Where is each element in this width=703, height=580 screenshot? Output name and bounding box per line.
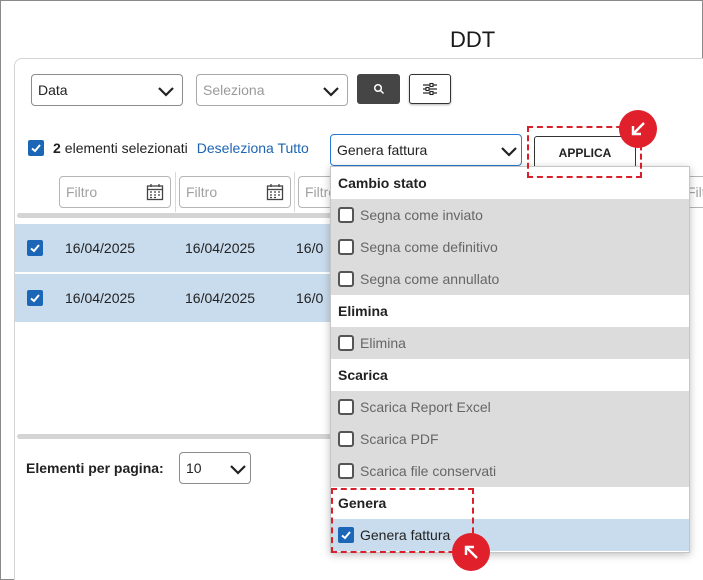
option-label: Scarica Report Excel (360, 399, 491, 415)
chevron-down-icon (158, 87, 174, 97)
option-label: Segna come inviato (360, 207, 483, 223)
filter-input-col1[interactable]: Filtro (59, 176, 171, 208)
page-size-label: Elementi per pagina: (26, 460, 164, 476)
option-segna-annullato[interactable]: Segna come annullato (331, 263, 689, 295)
horizontal-scrollbar[interactable] (17, 434, 335, 439)
table-cell: 16/04/2025 (65, 290, 136, 306)
table-row[interactable]: 16/04/2025 16/04/2025 16/0 (15, 274, 335, 322)
column-separator (294, 172, 295, 212)
search-icon (373, 83, 384, 95)
seleziona-select[interactable]: Seleziona (196, 74, 348, 106)
page-size-value: 10 (186, 460, 202, 476)
table-cell: 16/04/2025 (185, 240, 256, 256)
option-segna-inviato[interactable]: Segna come inviato (331, 199, 689, 231)
checkmark-icon (30, 244, 40, 253)
highlight-genera (331, 488, 474, 553)
select-all-checkbox[interactable] (28, 140, 44, 156)
group-scarica: Scarica (331, 359, 689, 391)
chevron-down-icon (323, 87, 339, 97)
checkmark-icon (30, 294, 40, 303)
date-select[interactable]: Data (31, 74, 183, 106)
option-checkbox[interactable] (338, 239, 354, 255)
option-elimina[interactable]: Elimina (331, 327, 689, 359)
row-checkbox[interactable] (27, 240, 43, 256)
option-label: Scarica file conservati (360, 463, 497, 479)
deselect-all-link[interactable]: Deseleziona Tutto (197, 140, 309, 156)
option-label: Segna come annullato (360, 271, 500, 287)
option-scarica-pdf[interactable]: Scarica PDF (331, 423, 689, 455)
filter-input-col2[interactable]: Filtro (179, 176, 291, 208)
table-row[interactable]: 16/04/2025 16/04/2025 16/0 (15, 224, 335, 272)
option-scarica-excel[interactable]: Scarica Report Excel (331, 391, 689, 423)
chevron-down-icon (230, 465, 246, 475)
filter-placeholder: Filtro (66, 184, 98, 200)
horizontal-scrollbar[interactable] (17, 213, 335, 218)
option-checkbox[interactable] (338, 399, 354, 415)
row-checkbox[interactable] (27, 290, 43, 306)
search-button[interactable] (357, 74, 400, 104)
column-separator (175, 172, 176, 212)
option-checkbox[interactable] (338, 335, 354, 351)
option-checkbox[interactable] (338, 463, 354, 479)
sliders-icon (423, 82, 437, 96)
calendar-icon[interactable] (146, 183, 164, 201)
selection-bar: 2 elementi selezionati Deseleziona Tutto (28, 140, 309, 156)
selected-label: elementi selezionati (64, 140, 188, 156)
table-cell: 16/0 (296, 240, 324, 256)
option-scarica-conservati[interactable]: Scarica file conservati (331, 455, 689, 487)
callout-badge-genera (452, 533, 490, 571)
table-cell: 16/0 (296, 290, 324, 306)
checkmark-icon (31, 144, 41, 153)
filter-settings-button[interactable] (409, 74, 451, 104)
group-elimina: Elimina (331, 295, 689, 327)
option-checkbox[interactable] (338, 207, 354, 223)
option-label: Elimina (360, 335, 406, 351)
option-segna-definitivo[interactable]: Segna come definitivo (331, 231, 689, 263)
option-checkbox[interactable] (338, 271, 354, 287)
bulk-action-select[interactable]: Genera fattura (330, 134, 522, 166)
page-size-select[interactable]: 10 (179, 452, 251, 484)
option-label: Scarica PDF (360, 431, 439, 447)
option-checkbox[interactable] (338, 431, 354, 447)
callout-badge-apply (619, 110, 657, 148)
chevron-down-icon (501, 147, 517, 157)
bulk-action-value: Genera fattura (337, 142, 428, 158)
seleziona-placeholder: Seleziona (203, 82, 265, 98)
table-cell: 16/04/2025 (185, 290, 256, 306)
option-label: Segna come definitivo (360, 239, 498, 255)
filter-placeholder: Filtro (186, 184, 218, 200)
page-title: DDT (450, 27, 496, 52)
arrow-up-left-icon (464, 545, 478, 559)
calendar-icon[interactable] (266, 183, 284, 201)
table-cell: 16/04/2025 (65, 240, 136, 256)
arrow-down-left-icon (631, 122, 645, 136)
selected-count: 2 (53, 140, 61, 156)
date-select-value: Data (38, 82, 68, 98)
